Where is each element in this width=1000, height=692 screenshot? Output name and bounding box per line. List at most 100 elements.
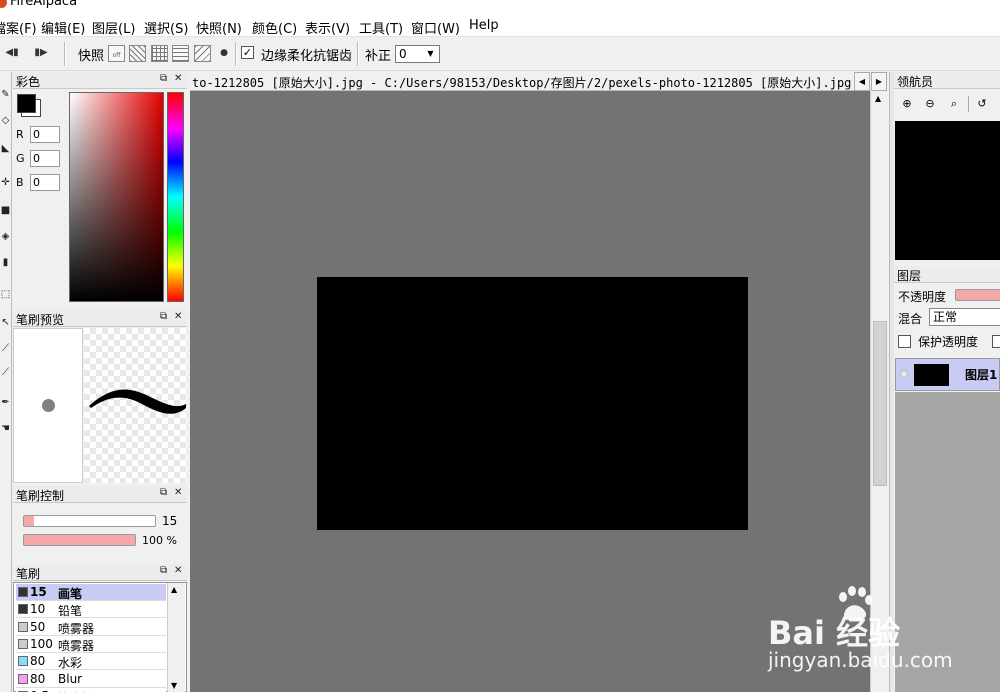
snap-horizontal-button[interactable] bbox=[172, 45, 189, 62]
select-tool-icon[interactable]: ⬚ bbox=[0, 288, 11, 302]
brush-list-item[interactable]: 80 Blur bbox=[16, 670, 166, 688]
zoom-out-icon[interactable]: ⊖ bbox=[923, 97, 937, 111]
select-pen-icon[interactable]: ⟋ bbox=[0, 366, 11, 380]
tab-scroll-right-icon[interactable]: ▶ bbox=[871, 72, 887, 91]
brush-list-item[interactable]: 10 铅笔 bbox=[16, 601, 166, 619]
brush-control-header: 笔刷控制 ⧉ ✕ bbox=[13, 486, 187, 503]
snap-label: 快照 bbox=[78, 49, 105, 64]
lasso-tool-icon[interactable]: ↖ bbox=[0, 316, 11, 330]
eyedropper-icon[interactable]: ✒ bbox=[0, 396, 11, 410]
brush-size: 80 bbox=[30, 671, 46, 686]
snap-curve-button[interactable] bbox=[194, 45, 211, 62]
undock-icon[interactable]: ⧉ bbox=[160, 73, 167, 84]
navigator-preview[interactable] bbox=[895, 121, 1000, 260]
primary-color-swatch[interactable] bbox=[17, 94, 36, 113]
menu-file[interactable]: 檔案(F) bbox=[0, 18, 37, 37]
magic-wand-icon[interactable]: ⟋ bbox=[0, 342, 11, 356]
g-field[interactable]: 0 bbox=[30, 150, 60, 167]
snap-point-icon[interactable]: ● bbox=[217, 46, 231, 60]
hue-slider[interactable] bbox=[167, 92, 184, 302]
brush-dot bbox=[42, 399, 55, 412]
zoom-fit-icon[interactable]: ⌕ bbox=[947, 97, 961, 111]
move-tool-icon[interactable]: ✛ bbox=[0, 176, 11, 190]
brush-list-item[interactable]: 100 喷雾器 bbox=[16, 635, 166, 653]
layers-title: 图层 bbox=[897, 269, 922, 283]
brush-list-item[interactable]: 80 水彩 bbox=[16, 653, 166, 671]
title-bar: FireAlpaca bbox=[0, 0, 1000, 15]
close-icon[interactable]: ✕ bbox=[174, 311, 182, 322]
menu-edit[interactable]: 编辑(E) bbox=[41, 18, 85, 37]
g-label: G bbox=[16, 152, 25, 165]
layer-opacity-slider[interactable] bbox=[955, 289, 1000, 301]
brush-color-swatch bbox=[18, 656, 28, 667]
snap-off-button[interactable]: off bbox=[108, 45, 125, 62]
fill-tool-icon[interactable]: ◣ bbox=[0, 142, 11, 156]
brush-control-body bbox=[13, 504, 187, 560]
eraser-tool-icon[interactable]: ◇ bbox=[0, 114, 11, 128]
layer-visibility-icon[interactable] bbox=[900, 370, 908, 378]
color-panel-title: 彩色 bbox=[16, 75, 41, 89]
brush-list-scrollbar[interactable]: ▲ ▼ bbox=[167, 583, 185, 692]
rotate-left-icon[interactable]: ↺ bbox=[975, 97, 989, 111]
blend-label: 混合 bbox=[898, 312, 923, 326]
scroll-down-icon[interactable]: ▼ bbox=[171, 681, 177, 690]
snap-grid-button[interactable] bbox=[151, 45, 168, 62]
b-field[interactable]: 0 bbox=[30, 174, 60, 191]
brush-size-value: 15 bbox=[162, 514, 178, 528]
prev-frame-icon[interactable]: ◀▮ bbox=[5, 46, 19, 60]
scroll-up-icon[interactable]: ▲ bbox=[875, 94, 881, 103]
menu-snap[interactable]: 快照(N) bbox=[196, 18, 242, 37]
pen-tool-icon[interactable]: ✎ bbox=[0, 88, 11, 102]
brush-list-item[interactable]: 0.5橡皮擦 bbox=[16, 687, 166, 692]
undock-icon[interactable]: ⧉ bbox=[160, 487, 167, 498]
panel-splitter[interactable] bbox=[889, 72, 894, 692]
saturation-value-picker[interactable] bbox=[69, 92, 164, 302]
close-icon[interactable]: ✕ bbox=[174, 487, 182, 498]
clipping-checkbox[interactable] bbox=[992, 335, 1000, 348]
scroll-up-icon[interactable]: ▲ bbox=[171, 585, 177, 594]
blend-mode-select[interactable]: 正常 bbox=[929, 308, 1000, 326]
correction-select[interactable]: 0 ▼ bbox=[395, 45, 440, 63]
scrollbar-thumb[interactable] bbox=[873, 321, 887, 486]
protect-alpha-checkbox[interactable] bbox=[898, 335, 911, 348]
layer-name: 图层1 bbox=[965, 368, 998, 382]
brush-list-item[interactable]: 50 喷雾器 bbox=[16, 618, 166, 636]
brush-size-slider[interactable] bbox=[23, 515, 156, 527]
undock-icon[interactable]: ⧉ bbox=[160, 311, 167, 322]
menu-help[interactable]: Help bbox=[469, 18, 499, 33]
close-icon[interactable]: ✕ bbox=[174, 73, 182, 84]
menu-window[interactable]: 窗口(W) bbox=[411, 18, 460, 37]
next-frame-icon[interactable]: ▮▶ bbox=[34, 46, 48, 60]
menu-color[interactable]: 颜色(C) bbox=[252, 18, 297, 37]
brush-size-fill bbox=[24, 516, 35, 526]
rect-tool-icon[interactable]: ■ bbox=[0, 204, 11, 218]
canvas-image[interactable] bbox=[317, 277, 748, 530]
brushes-header: 笔刷 ⧉ ✕ bbox=[13, 564, 187, 581]
bucket-tool-icon[interactable]: ◈ bbox=[0, 230, 11, 244]
window-title: FireAlpaca bbox=[10, 0, 78, 9]
zoom-in-icon[interactable]: ⊕ bbox=[900, 97, 914, 111]
menu-select[interactable]: 選択(S) bbox=[144, 18, 188, 37]
undock-icon[interactable]: ⧉ bbox=[160, 565, 167, 576]
snap-parallel-button[interactable] bbox=[129, 45, 146, 62]
watermark-url: jingyan.baidu.com bbox=[768, 648, 953, 672]
close-icon[interactable]: ✕ bbox=[174, 565, 182, 576]
brush-preview-title: 笔刷预览 bbox=[16, 313, 65, 327]
correction-label: 补正 bbox=[365, 49, 392, 64]
brush-stroke-preview bbox=[84, 328, 187, 483]
r-field[interactable]: 0 bbox=[30, 126, 60, 143]
menu-view[interactable]: 表示(V) bbox=[305, 18, 350, 37]
brush-opacity-slider[interactable] bbox=[23, 534, 136, 546]
document-tab[interactable]: to-1212805 [原始大小].jpg - C:/Users/98153/D… bbox=[190, 72, 870, 91]
menu-tools[interactable]: 工具(T) bbox=[359, 18, 403, 37]
antialias-checkbox[interactable]: ✓ bbox=[241, 46, 254, 59]
tab-scroll-left-icon[interactable]: ◀ bbox=[854, 72, 870, 91]
color-panel-header: 彩色 ⧉ ✕ bbox=[13, 72, 187, 89]
r-label: R bbox=[16, 128, 24, 141]
brush-list-item[interactable]: 15 画笔 bbox=[16, 584, 166, 601]
document-tab-title: to-1212805 [原始大小].jpg - C:/Users/98153/D… bbox=[192, 76, 852, 90]
gradient-tool-icon[interactable]: ▮ bbox=[0, 256, 11, 270]
hand-tool-icon[interactable]: ☚ bbox=[0, 422, 11, 436]
correction-value: 0 bbox=[399, 47, 407, 61]
menu-layer[interactable]: 图层(L) bbox=[92, 18, 135, 37]
